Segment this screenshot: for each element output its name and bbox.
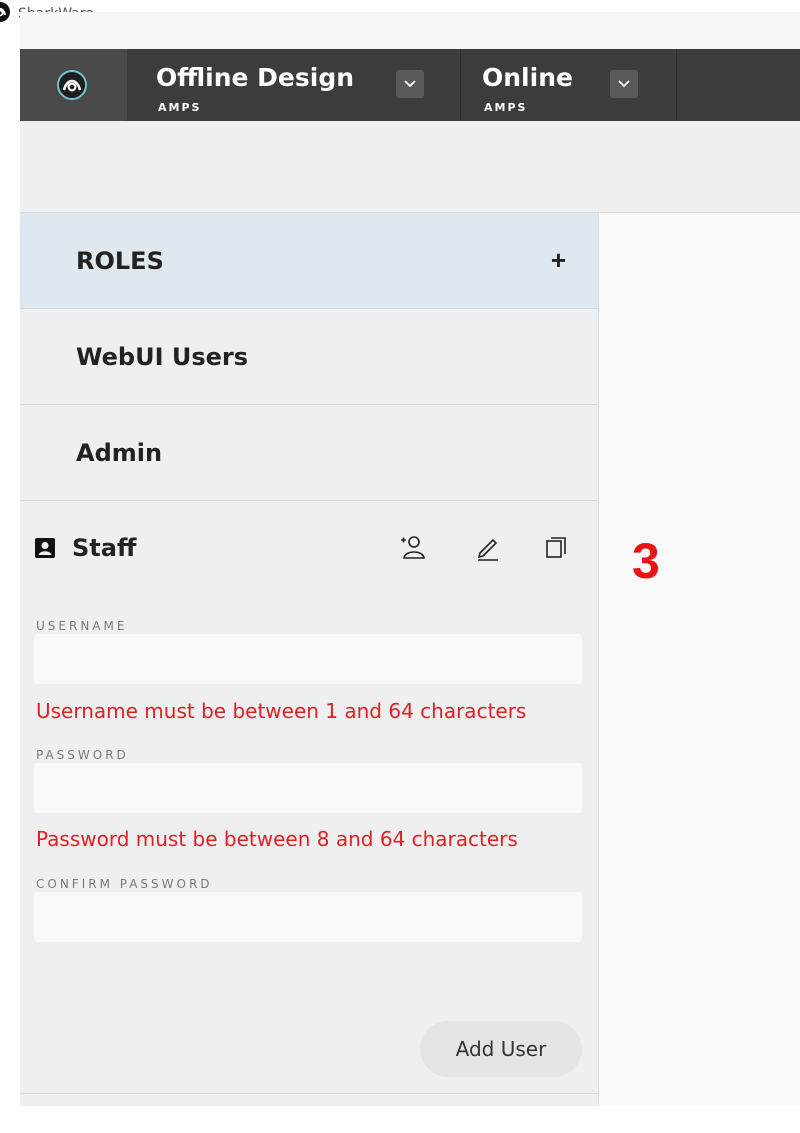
online-dropdown-button[interactable]: [610, 70, 638, 98]
nav-online-sub: AMPS: [484, 101, 528, 114]
toolbar: [20, 121, 800, 213]
password-field[interactable]: [34, 763, 582, 813]
contact-card-icon: [35, 538, 55, 558]
top-nav: Offline Design AMPS Online AMPS: [20, 49, 800, 121]
annotation-marker: 3: [632, 533, 660, 589]
username-error: Username must be between 1 and 64 charac…: [36, 699, 527, 723]
divider: [20, 1093, 598, 1094]
nav-offline-design[interactable]: Offline Design AMPS: [156, 49, 436, 121]
add-user-icon[interactable]: [398, 533, 426, 561]
nav-online-title: Online: [482, 63, 573, 92]
copy-icon[interactable]: [542, 533, 570, 561]
staff-role-header: Staff: [20, 501, 598, 601]
nav-offline-design-title: Offline Design: [156, 63, 355, 92]
nav-divider: [676, 49, 677, 121]
app-frame: Offline Design AMPS Online AMPS ROLES + …: [20, 12, 800, 1106]
password-error: Password must be between 8 and 64 charac…: [36, 827, 518, 851]
brand-logo-icon: [57, 70, 87, 100]
offline-design-dropdown-button[interactable]: [396, 70, 424, 98]
nav-online[interactable]: Online AMPS: [482, 49, 682, 121]
edit-icon[interactable]: [474, 533, 502, 561]
sidebar-item-admin[interactable]: Admin: [20, 405, 598, 501]
chevron-down-icon: [404, 80, 416, 88]
nav-offline-design-sub: AMPS: [158, 101, 202, 114]
confirm-password-label: CONFIRM PASSWORD: [36, 877, 213, 891]
sidebar-item-roles[interactable]: ROLES +: [20, 213, 598, 309]
nav-divider: [460, 49, 461, 121]
sidebar-item-label: WebUI Users: [76, 343, 249, 371]
confirm-password-field[interactable]: [34, 892, 582, 942]
nav-home-button[interactable]: [20, 49, 127, 121]
username-label: USERNAME: [36, 619, 128, 633]
add-role-button[interactable]: +: [551, 245, 566, 276]
password-label: PASSWORD: [36, 748, 129, 762]
sidebar-item-webui-users[interactable]: WebUI Users: [20, 309, 598, 405]
add-user-button[interactable]: Add User: [420, 1021, 582, 1077]
sidebar-item-label: Admin: [76, 439, 163, 467]
main-content-area: [599, 213, 800, 1106]
app-logo-icon: [0, 2, 10, 22]
sidebar-item-label: ROLES: [76, 247, 164, 275]
username-field[interactable]: [34, 634, 582, 684]
chevron-down-icon: [618, 80, 630, 88]
staff-role-title: Staff: [72, 534, 137, 562]
roles-sidebar: ROLES + WebUI Users Admin Staff USERNAME…: [20, 213, 599, 1106]
